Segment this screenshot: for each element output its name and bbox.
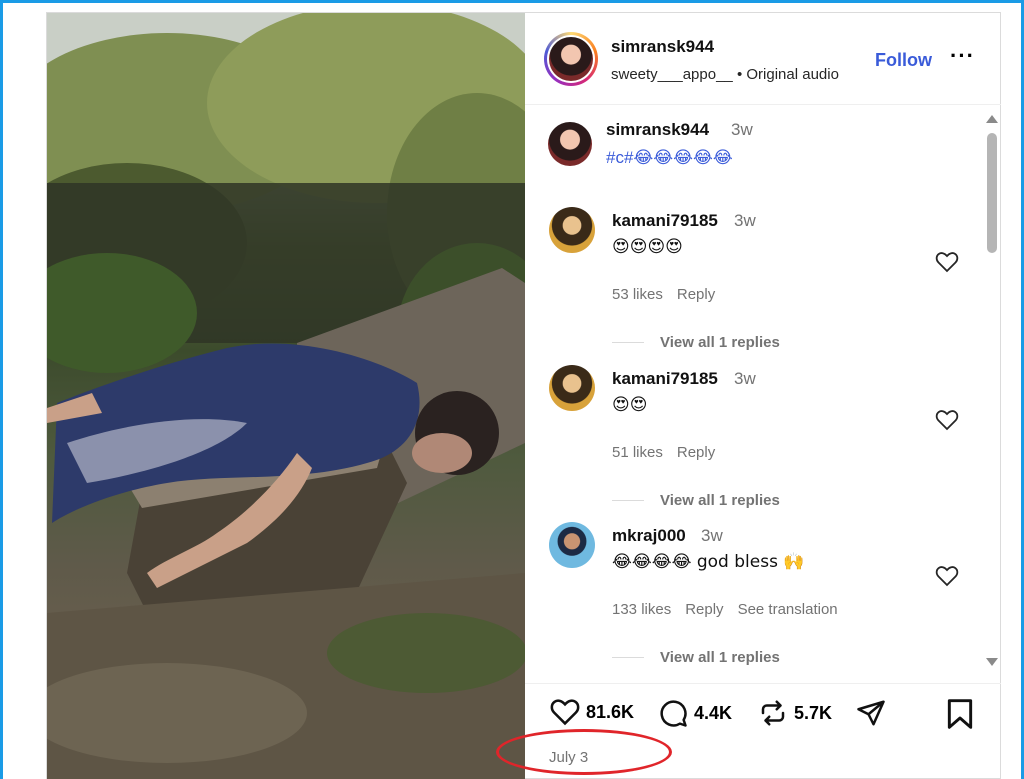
comment-text: 😂😂😂😂 god bless 🙌 (612, 552, 805, 572)
comments-list[interactable]: simransk944 3w #c#😂😂😂😂😂 kamani79185 3w 😍… (525, 106, 1001, 666)
post-modal: simransk944 sweety___appo__ • Original a… (46, 12, 1001, 779)
comment-avatar[interactable] (549, 522, 595, 568)
comment-count: 4.4K (694, 702, 733, 723)
scroll-thumb[interactable] (987, 133, 997, 253)
caption-text: #c#😂😂😂😂😂 (606, 148, 733, 168)
caption-time: 3w (731, 120, 753, 139)
comment-username[interactable]: kamani79185 (612, 369, 718, 389)
comment-like-heart-icon[interactable] (935, 565, 959, 587)
video-frame-illustration (47, 13, 525, 779)
comment-username[interactable]: kamani79185 (612, 211, 718, 231)
view-replies-button[interactable]: View all 1 replies (660, 649, 780, 666)
comment-username[interactable]: mkraj000 (612, 526, 686, 546)
share-button[interactable] (855, 698, 887, 728)
heart-icon (550, 699, 580, 726)
comment-avatar[interactable] (549, 365, 595, 411)
comment-likes[interactable]: 133 likes (612, 601, 671, 618)
comment-meta: 51 likes Reply (612, 444, 729, 461)
comment-likes[interactable]: 53 likes (612, 286, 663, 303)
comment-like-heart-icon[interactable] (935, 409, 959, 431)
comment-reply-button[interactable]: Reply (677, 286, 715, 303)
post-video[interactable] (47, 13, 525, 779)
comment-time: 3w (734, 369, 756, 388)
comment-button[interactable]: 4.4K (657, 698, 732, 728)
like-button[interactable]: 81.6K (549, 698, 634, 726)
divider (612, 500, 644, 501)
comment-time: 3w (701, 526, 723, 545)
repost-icon (761, 700, 785, 726)
caption-avatar[interactable] (548, 122, 592, 166)
save-button[interactable] (946, 698, 974, 735)
scroll-down-arrow-icon[interactable] (986, 658, 998, 666)
like-count: 81.6K (586, 701, 635, 722)
caption-username[interactable]: simransk944 (606, 120, 709, 140)
scroll-up-arrow-icon[interactable] (986, 115, 998, 123)
view-replies-button[interactable]: View all 1 replies (660, 334, 780, 351)
caption-hashtag[interactable]: #c# (606, 148, 633, 167)
comments-scrollbar[interactable] (984, 113, 998, 668)
author-username[interactable]: simransk944 (611, 37, 714, 57)
post-header: simransk944 sweety___appo__ • Original a… (525, 13, 1001, 105)
comment-text: 😍😍😍😍 (612, 237, 683, 257)
comment-avatar[interactable] (549, 207, 595, 253)
comment-text: 😍😍 (612, 395, 648, 415)
repost-button[interactable]: 5.7K (757, 698, 832, 728)
caption-emojis: 😂😂😂😂😂 (633, 148, 733, 168)
audio-separator: • (736, 66, 743, 83)
follow-button[interactable]: Follow (875, 50, 932, 71)
audio-artist[interactable]: sweety___appo__ (611, 66, 733, 83)
send-paper-plane-icon (857, 700, 885, 726)
post-side-panel: simransk944 sweety___appo__ • Original a… (525, 13, 1001, 779)
see-translation-button[interactable]: See translation (738, 601, 838, 618)
more-options-icon[interactable]: ··· (950, 43, 975, 69)
divider (612, 657, 644, 658)
comment-meta: 53 likes Reply (612, 286, 729, 303)
comment-reply-button[interactable]: Reply (685, 601, 723, 618)
author-avatar-ring[interactable] (544, 32, 598, 86)
repost-count: 5.7K (794, 702, 833, 723)
bookmark-icon (947, 699, 973, 729)
comment-likes[interactable]: 51 likes (612, 444, 663, 461)
comment-time: 3w (734, 211, 756, 230)
audio-line: sweety___appo__ • Original audio (611, 66, 839, 83)
divider (612, 342, 644, 343)
comment-like-heart-icon[interactable] (935, 251, 959, 273)
author-avatar (549, 37, 593, 81)
view-replies-button[interactable]: View all 1 replies (660, 492, 780, 509)
comment-meta: 133 likes Reply See translation (612, 601, 852, 618)
audio-label[interactable]: Original audio (746, 66, 839, 83)
comment-reply-button[interactable]: Reply (677, 444, 715, 461)
comment-bubble-icon (660, 700, 687, 727)
annotation-highlight-ring (496, 729, 672, 775)
